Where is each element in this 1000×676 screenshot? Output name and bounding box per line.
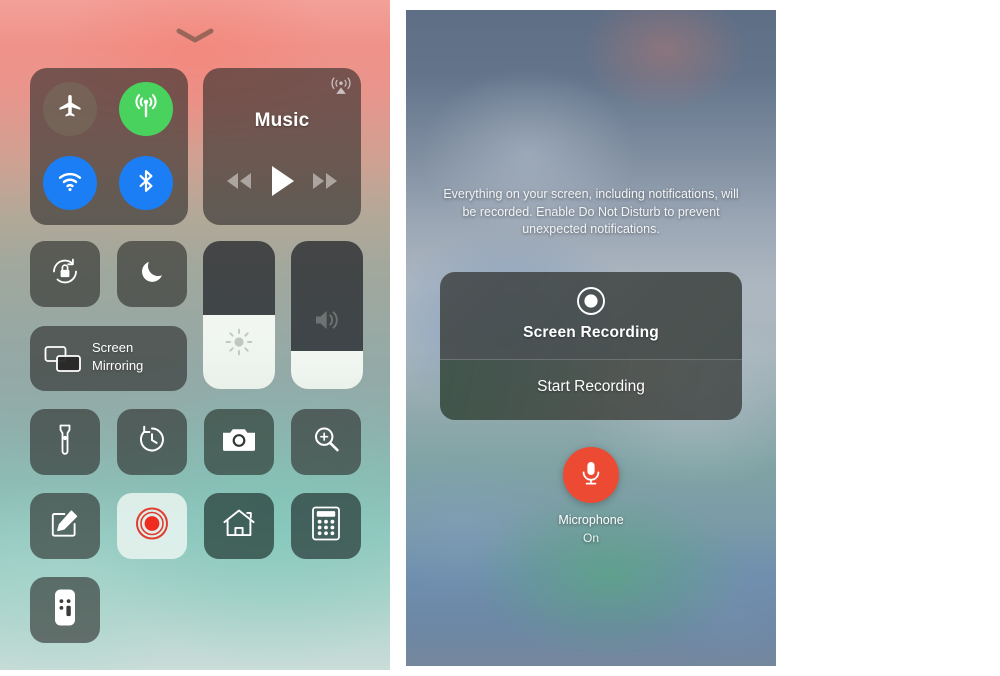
home-icon: [221, 507, 257, 546]
apple-tv-remote-button[interactable]: [30, 577, 100, 643]
rotation-lock-button[interactable]: [30, 241, 100, 307]
control-center-panel: Music Screen Mirroring: [0, 0, 390, 670]
calculator-icon: [312, 506, 340, 546]
start-recording-button[interactable]: Start Recording: [440, 360, 742, 420]
rotation-lock-icon: [48, 255, 82, 294]
microphone-state: On: [582, 531, 599, 545]
microphone-label: Microphone: [558, 513, 624, 527]
screen-mirroring-label: Screen Mirroring: [92, 339, 181, 375]
speaker-icon: [312, 307, 342, 337]
volume-slider[interactable]: [291, 241, 363, 389]
timer-button[interactable]: [117, 409, 187, 475]
airplane-mode-button[interactable]: [43, 82, 97, 136]
microphone-icon: [578, 459, 604, 492]
cellular-antenna-icon: [131, 92, 161, 127]
screenshot-stage: Music Screen Mirroring Everything on you…: [0, 0, 1000, 676]
microphone-toggle-button[interactable]: [563, 447, 619, 503]
record-icon: [132, 504, 172, 549]
screen-recording-panel: Everything on your screen, including not…: [406, 10, 776, 666]
screen-mirroring-line1: Screen: [92, 340, 134, 355]
volume-slider-fill: [291, 350, 363, 389]
flashlight-icon: [50, 423, 80, 462]
screen-recording-sheet-title: Screen Recording: [523, 324, 659, 341]
start-recording-label: Start Recording: [537, 378, 645, 395]
rewind-button[interactable]: [224, 170, 254, 197]
media-title: Music: [254, 110, 310, 131]
airplane-icon: [56, 93, 84, 126]
moon-icon: [138, 258, 166, 291]
screen-mirroring-button[interactable]: Screen Mirroring: [30, 326, 187, 391]
screen-mirroring-icon: [44, 345, 82, 373]
screen-mirroring-line2: Mirroring: [92, 358, 144, 373]
wifi-button[interactable]: [43, 156, 97, 210]
wifi-icon: [56, 167, 84, 200]
bluetooth-icon: [133, 168, 159, 199]
home-button[interactable]: [204, 493, 274, 559]
notes-pencil-icon: [49, 508, 81, 545]
fast-forward-button[interactable]: [310, 170, 340, 197]
screen-recording-button[interactable]: [117, 493, 187, 559]
screen-recording-description: Everything on your screen, including not…: [443, 187, 739, 236]
screen-recording-action-sheet: Screen Recording Start Recording: [440, 272, 742, 420]
chevron-down-icon[interactable]: [175, 28, 215, 44]
do-not-disturb-button[interactable]: [117, 241, 187, 307]
brightness-sun-icon: [224, 327, 254, 357]
notes-button[interactable]: [30, 493, 100, 559]
timer-icon: [136, 424, 168, 461]
record-icon: [576, 286, 606, 316]
airplay-audio-icon[interactable]: [330, 75, 352, 97]
magnifier-icon: [310, 424, 342, 461]
brightness-slider[interactable]: [203, 241, 275, 389]
screen-recording-sheet-header: Screen Recording: [440, 272, 742, 360]
cellular-data-button[interactable]: [119, 82, 173, 136]
camera-button[interactable]: [204, 409, 274, 475]
calculator-button[interactable]: [291, 493, 361, 559]
play-button[interactable]: [267, 164, 297, 203]
media-playback-tile[interactable]: Music: [203, 68, 361, 225]
remote-icon: [54, 589, 76, 632]
connectivity-tile[interactable]: [30, 68, 188, 225]
flashlight-button[interactable]: [30, 409, 100, 475]
camera-icon: [221, 426, 257, 459]
magnifier-button[interactable]: [291, 409, 361, 475]
bluetooth-button[interactable]: [119, 156, 173, 210]
